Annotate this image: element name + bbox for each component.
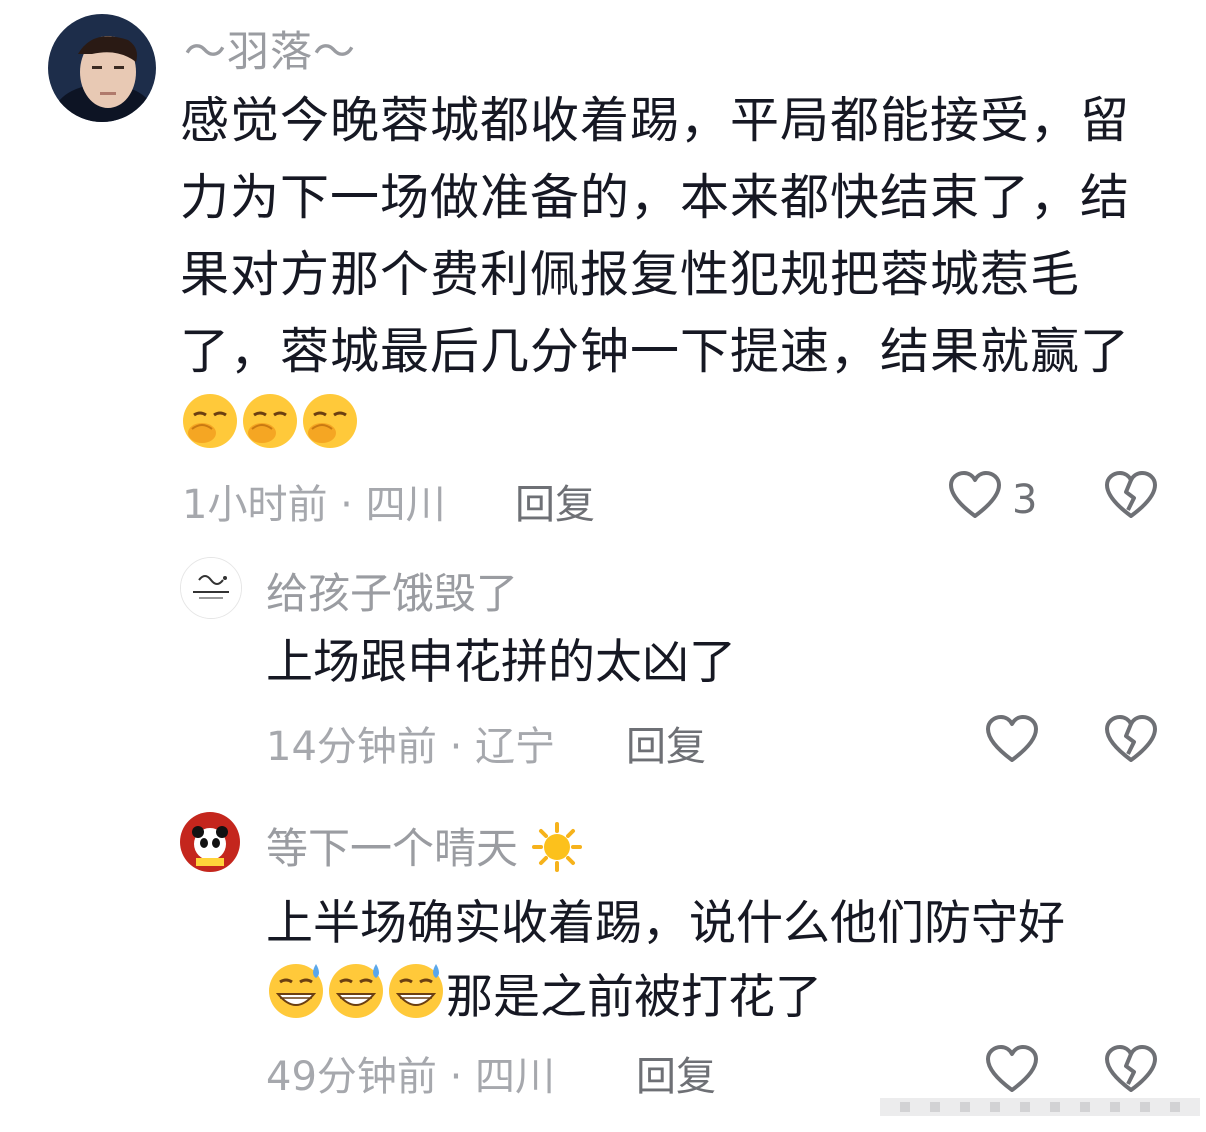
- grinning-face-with-sweat-icon: [266, 960, 326, 1041]
- username-text: 等下一个晴天: [266, 824, 519, 873]
- dislike-button[interactable]: [1104, 714, 1158, 768]
- watermark: [880, 1094, 1200, 1120]
- grinning-face-with-sweat-icon: [386, 960, 446, 1041]
- heart-outline-icon: [985, 714, 1039, 768]
- dislike-button[interactable]: [1104, 470, 1158, 524]
- like-count: 3: [1012, 477, 1038, 523]
- reply-button[interactable]: 回复: [636, 1044, 716, 1102]
- like-button[interactable]: [985, 1044, 1039, 1098]
- like-button[interactable]: 3: [948, 470, 1037, 530]
- comment-text-line1: 上半场确实收着踢，说什么他们防守好: [266, 896, 1065, 951]
- reply-button[interactable]: 回复: [515, 472, 595, 530]
- username[interactable]: 给孩子饿毁了: [266, 560, 518, 621]
- username[interactable]: ～羽落～: [184, 18, 356, 79]
- heart-outline-icon: [948, 470, 1002, 530]
- comment-text: 感觉今晚蓉城都收着踢，平局都能接受，留力为下一场做准备的，本来都快结束了，结果对…: [180, 82, 1148, 473]
- avatar[interactable]: [180, 557, 242, 619]
- username[interactable]: 等下一个晴天: [266, 815, 583, 883]
- comment-text: 上场跟申花拼的太凶了: [266, 635, 736, 690]
- reply-button[interactable]: 回复: [626, 714, 706, 772]
- grinning-face-with-sweat-icon: [326, 960, 386, 1041]
- like-button[interactable]: [985, 714, 1039, 768]
- broken-heart-icon: [1104, 1044, 1158, 1098]
- comment-meta: 49分钟前 · 四川: [266, 1054, 556, 1100]
- sun-icon: [531, 821, 583, 883]
- face-with-hand-over-mouth-icon: [300, 391, 360, 473]
- comment-meta: 1小时前 · 四川: [182, 482, 446, 528]
- broken-heart-icon: [1104, 714, 1158, 768]
- face-with-hand-over-mouth-icon: [180, 391, 240, 473]
- avatar[interactable]: [48, 14, 156, 122]
- dislike-button[interactable]: [1104, 1044, 1158, 1098]
- comment-text-line2: 那是之前被打花了: [446, 970, 822, 1025]
- avatar[interactable]: [180, 812, 240, 872]
- broken-heart-icon: [1104, 470, 1158, 524]
- comment-text: 上半场确实收着踢，说什么他们防守好 那是之前被打花了: [266, 888, 1166, 1041]
- comment-text-content: 感觉今晚蓉城都收着踢，平局都能接受，留力为下一场做准备的，本来都快结束了，结果对…: [180, 92, 1131, 380]
- comment-meta: 14分钟前 · 辽宁: [266, 724, 556, 770]
- face-with-hand-over-mouth-icon: [240, 391, 300, 473]
- heart-outline-icon: [985, 1044, 1039, 1098]
